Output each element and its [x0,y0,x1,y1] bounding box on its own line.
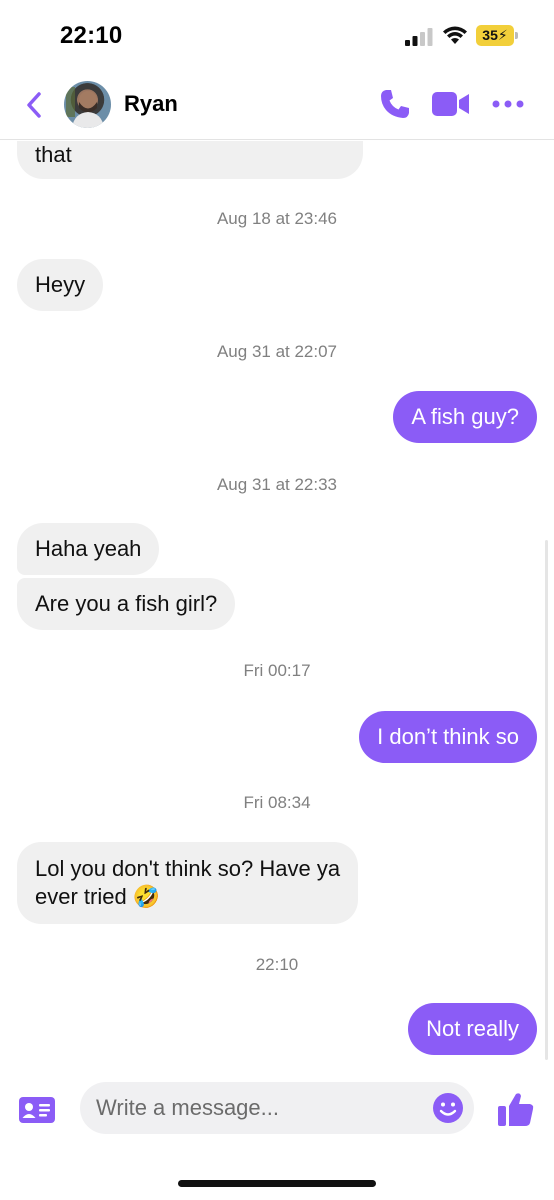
wifi-icon [443,26,467,44]
outgoing-message[interactable]: Not really [408,1003,537,1055]
avatar[interactable] [64,81,111,128]
timestamp: 22:10 [255,955,299,974]
timestamp: Aug 31 at 22:33 [216,475,338,494]
conversation-header: Ryan [0,70,554,140]
battery-icon: 35⚡ [476,25,514,46]
incoming-message[interactable]: that [17,141,363,179]
phone-icon[interactable] [378,87,412,121]
outgoing-message[interactable]: I don’t think so [359,711,537,763]
message-input-container[interactable] [80,1082,474,1134]
message-input[interactable] [96,1082,426,1134]
incoming-message[interactable]: Are you a fish girl? [17,578,236,630]
message-list[interactable]: that Aug 18 at 23:46 Heyy Aug 31 at 22:0… [0,141,554,1061]
message-text: that [35,142,72,167]
message-text: Are you a fish girl? [35,591,218,616]
message-text: Haha yeah [35,536,142,561]
message-text: I don’t think so [377,724,519,749]
timestamp: Aug 18 at 23:46 [216,209,338,228]
status-bar: 22:10 35⚡ [0,0,554,70]
video-camera-icon[interactable] [432,90,470,118]
message-text: A fish guy? [411,404,519,429]
smiley-icon[interactable] [432,1092,464,1124]
message-text: Not really [426,1016,519,1041]
incoming-message[interactable]: Lol you don't think so? Have ya ever tri… [17,842,359,924]
timestamp: Fri 08:34 [243,793,311,812]
scrollbar[interactable] [545,540,548,1060]
thumbs-up-icon[interactable] [497,1090,535,1128]
outgoing-message[interactable]: A fish guy? [393,391,537,443]
avatar-photo [66,87,104,128]
contact-name[interactable]: Ryan [124,91,178,117]
message-text-line-2: ever tried 🤣 [35,884,161,909]
message-text: Lol you don't think so? Have ya [35,856,341,881]
timestamp: Aug 31 at 22:07 [216,342,338,361]
incoming-message[interactable]: Heyy [17,259,104,311]
back-button[interactable] [20,88,48,122]
message-composer [0,1070,554,1150]
contact-card-icon[interactable] [19,1096,55,1124]
message-text: Heyy [35,272,86,297]
home-indicator[interactable] [178,1180,376,1187]
battery-level: 35 [482,27,498,43]
incoming-message[interactable]: Haha yeah [17,523,160,575]
chevron-left-icon [27,92,41,118]
battery-tip [515,32,518,39]
status-time: 22:10 [60,22,123,49]
more-dots-icon[interactable] [492,98,524,110]
cellular-signal-icon [405,28,433,46]
timestamp: Fri 00:17 [243,661,311,680]
